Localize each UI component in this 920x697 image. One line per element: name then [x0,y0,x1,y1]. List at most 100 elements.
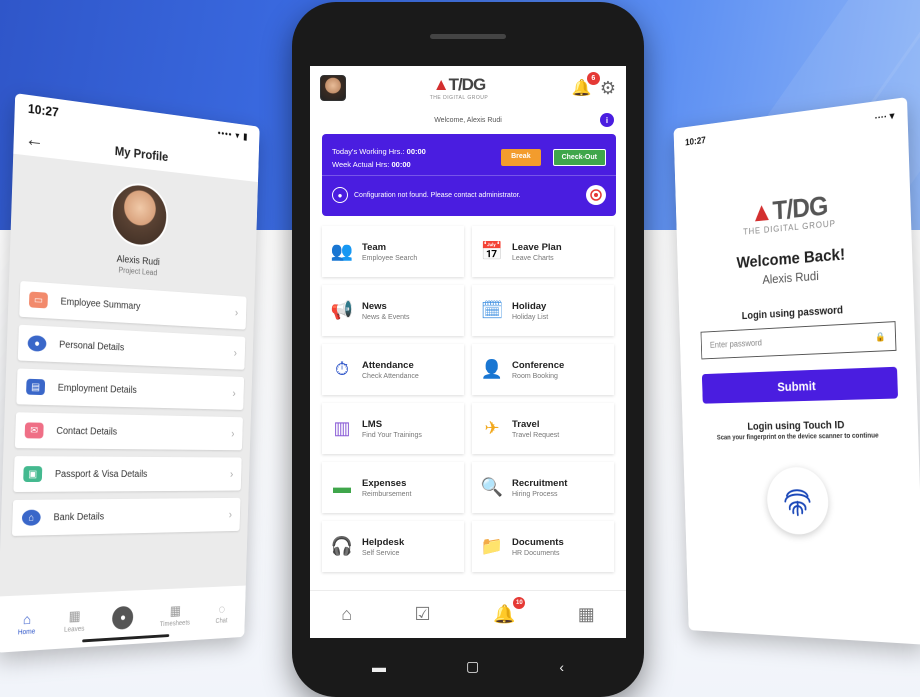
notification-bell-icon[interactable]: 🔔 6 [572,72,600,98]
notification-bell-icon[interactable]: 🔔 10 [493,597,526,625]
tile-title: Recruitment [512,477,568,489]
notification-badge: 6 [586,72,600,85]
tab-home[interactable]: ⌂ Home [18,610,36,636]
password-placeholder: Enter password [709,337,763,350]
profile-screen: 10:27 •••• ▾ ▮ ← My Profile Alexis Rudi … [0,93,260,653]
dashboard-phone: ▲T/DG THE DIGITAL GROUP 🔔 6 ⚙ Welcome, Al… [292,2,644,697]
tile-subtitle: Leave Charts [512,254,554,262]
attendance-panel: Today's Working Hrs.: 00:00 Week Actual … [322,134,616,216]
chevron-right-icon: › [229,467,234,481]
folder-icon: 📁 [480,536,504,556]
home-square-icon[interactable]: ▢ [466,658,479,675]
back-arrow-icon[interactable]: ← [25,128,54,154]
tile-title: Travel [512,418,540,430]
tile-lms[interactable]: ▥ LMS Find Your Trainings [322,403,464,454]
tile-attendance[interactable]: ⏱ Attendance Check Attendance [322,344,464,395]
id-card-icon: ▭ [28,291,48,309]
tile-subtitle: Hiring Process [512,490,558,498]
tile-documents[interactable]: 📁 Documents HR Documents [472,521,614,572]
tab-leaves[interactable]: ▦ Leaves [63,607,85,634]
hours-summary: Today's Working Hrs.: 00:00 Week Actual … [332,145,426,171]
tile-subtitle: News & Events [362,313,410,321]
tab-mic[interactable]: ● [112,605,134,630]
submit-button[interactable]: Submit [701,366,899,404]
person-icon: ● [27,335,47,352]
recent-apps-icon[interactable]: ▬ [372,659,386,675]
wallet-icon: ▬ [333,477,351,497]
apps-grid-icon[interactable]: ▦ [578,604,595,625]
home-icon[interactable]: ⌂ [341,604,352,625]
logo-subtitle: THE DIGITAL GROUP [429,95,489,101]
break-button[interactable]: Break [501,149,541,166]
chevron-right-icon: › [228,508,233,521]
tile-recruitment[interactable]: 🔍 Recruitment Hiring Process [472,462,614,513]
mail-icon: ✉ [24,422,44,439]
menu-item-passport-visa[interactable]: ▣ Passport & Visa Details › [13,456,242,493]
tile-subtitle: Travel Request [512,431,560,439]
airplane-icon: ✈ [484,418,500,438]
tile-holiday[interactable]: 🗓 Holiday Holiday List [472,285,614,336]
chevron-right-icon: › [233,346,238,360]
location-pin-icon: ● [332,187,348,203]
holiday-calendar-icon: 🗓 [480,300,504,320]
tile-title: Attendance [362,359,414,371]
megaphone-icon: 📢 [330,300,354,320]
gear-icon[interactable]: ⚙ [600,78,616,99]
tile-travel[interactable]: ✈ Travel Travel Request [472,403,614,454]
phone-speaker [430,34,506,39]
brand-logo: ▲T/DG THE DIGITAL GROUP [430,75,489,101]
microphone-icon: ● [112,605,134,630]
lock-icon: 🔒 [875,331,886,342]
tile-conference[interactable]: 👤 Conference Room Booking [472,344,614,395]
tile-title: LMS [362,418,383,430]
back-chevron-icon[interactable]: ‹ [559,659,564,675]
avatar[interactable] [320,75,346,101]
menu-item-employment-details[interactable]: ▤ Employment Details › [16,368,245,410]
login-screen: 10:27 ···· ▾ ▲T/DG THE DIGITAL GROUP Wel… [673,97,920,645]
tile-leave-plan[interactable]: 📅 Leave Plan Leave Charts [472,226,614,277]
tile-helpdesk[interactable]: 🎧 Helpdesk Self Service [322,521,464,572]
checkbox-icon[interactable]: ☑ [414,604,430,625]
status-icons: ···· ▾ [874,110,895,125]
fingerprint-button[interactable] [766,467,830,536]
home-icon: ⌂ [22,610,32,627]
profile-body: Alexis Rudi Project Lead ▭ Employee Summ… [0,153,258,614]
tab-label: Leaves [63,625,85,634]
welcome-row: Welcome, Alexis Rudi i [310,110,626,130]
touch-id-instructions: Scan your fingerprint on the device scan… [716,432,879,442]
tile-title: Team [362,241,387,253]
password-input[interactable]: Enter password 🔒 [700,321,897,360]
menu-item-personal-details[interactable]: ● Personal Details › [17,324,246,370]
app-header: ▲T/DG THE DIGITAL GROUP 🔔 6 ⚙ [310,66,626,110]
tile-news[interactable]: 📢 News News & Events [322,285,464,336]
menu-item-bank-details[interactable]: ⌂ Bank Details › [11,497,241,536]
menu-item-employee-summary[interactable]: ▭ Employee Summary › [19,280,247,330]
tile-title: News [362,300,387,312]
chevron-right-icon: › [234,306,239,320]
info-icon[interactable]: i [600,113,614,127]
tab-timesheets[interactable]: ▦ Timesheets [160,602,191,628]
logo-text: T/DG [448,75,487,94]
tile-subtitle: Holiday List [512,313,549,321]
search-person-icon: 🔍 [480,477,504,497]
touch-id-label: Login using Touch ID [747,419,845,433]
tile-subtitle: Find Your Trainings [362,431,422,439]
avatar[interactable] [110,180,169,249]
status-icons: •••• ▾ ▮ [217,128,249,143]
tile-subtitle: HR Documents [512,549,560,557]
nav-badge: 10 [513,597,526,609]
tile-title: Conference [512,359,565,371]
working-hrs-label: Today's Working Hrs.: [332,146,405,156]
check-out-button[interactable]: Check-Out [552,149,606,166]
menu-item-contact-details[interactable]: ✉ Contact Details › [14,412,243,451]
tab-chat[interactable]: ◌ Chat [215,601,228,625]
tile-expenses[interactable]: ▬ Expenses Reimbursement [322,462,464,513]
menu-item-label: Employment Details [57,382,137,396]
attendance-icon: ⏱ [334,359,350,379]
brand-logo: ▲T/DG THE DIGITAL GROUP [676,182,911,243]
locate-target-icon[interactable] [586,185,606,205]
menu-item-label: Employee Summary [60,296,141,312]
tile-subtitle: Self Service [362,549,400,557]
tile-team[interactable]: 👥 Team Employee Search [322,226,464,277]
passport-icon: ▣ [23,466,43,483]
